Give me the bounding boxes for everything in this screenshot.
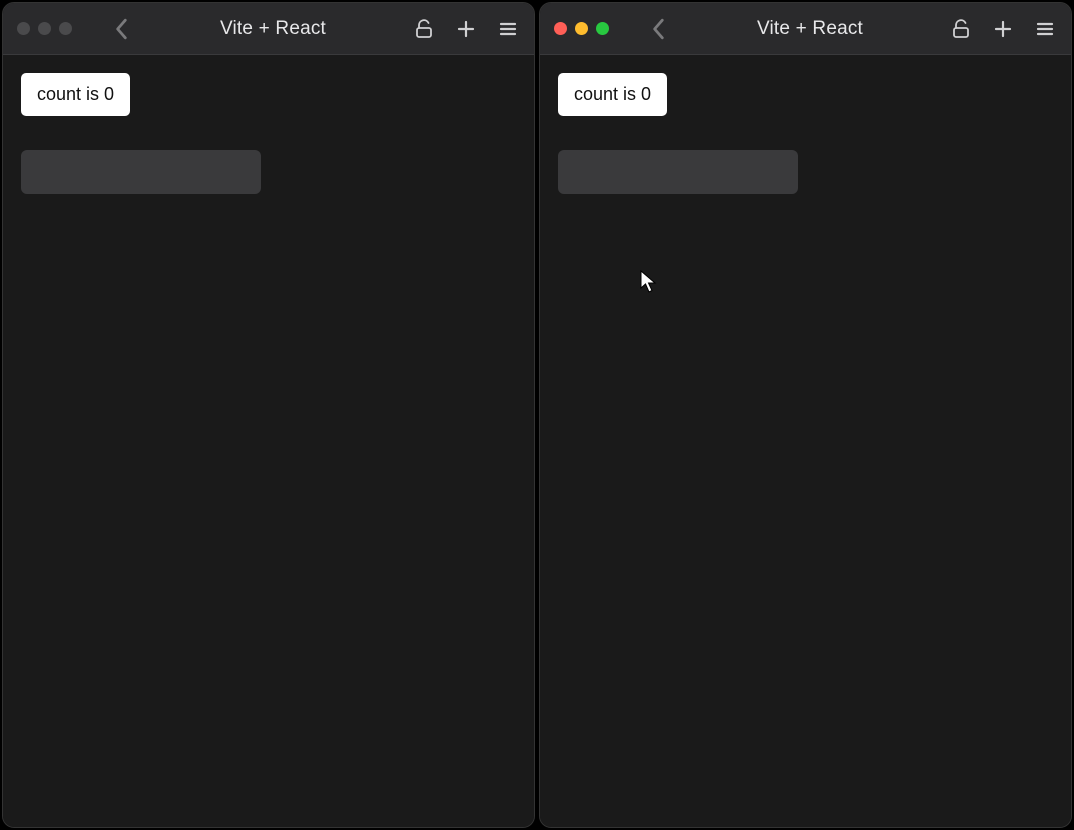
cursor-icon — [640, 270, 658, 299]
titlebar-actions — [412, 17, 520, 41]
titlebar: Vite + React — [3, 3, 534, 55]
plus-icon — [456, 19, 476, 39]
window-title: Vite + React — [142, 18, 404, 40]
content-area: count is 0 — [3, 55, 534, 827]
maximize-icon[interactable] — [596, 22, 609, 35]
count-button[interactable]: count is 0 — [21, 73, 130, 116]
maximize-icon[interactable] — [59, 22, 72, 35]
app-window-right: Vite + React count is 0 — [539, 2, 1072, 828]
traffic-lights — [17, 22, 72, 35]
minimize-icon[interactable] — [38, 22, 51, 35]
app-window-left: Vite + React count is 0 — [2, 2, 535, 828]
titlebar: Vite + React — [540, 3, 1071, 55]
back-button[interactable] — [110, 17, 134, 41]
lock-button[interactable] — [412, 17, 436, 41]
plus-icon — [993, 19, 1013, 39]
hamburger-icon — [498, 19, 518, 39]
content-area: count is 0 — [540, 55, 1071, 827]
text-input[interactable] — [21, 150, 261, 194]
chevron-left-icon — [652, 18, 666, 40]
menu-button[interactable] — [1033, 17, 1057, 41]
unlock-icon — [414, 19, 434, 39]
chevron-left-icon — [115, 18, 129, 40]
hamburger-icon — [1035, 19, 1055, 39]
count-button[interactable]: count is 0 — [558, 73, 667, 116]
traffic-lights — [554, 22, 609, 35]
unlock-icon — [951, 19, 971, 39]
new-tab-button[interactable] — [454, 17, 478, 41]
window-title: Vite + React — [679, 18, 941, 40]
back-button[interactable] — [647, 17, 671, 41]
close-icon[interactable] — [17, 22, 30, 35]
close-icon[interactable] — [554, 22, 567, 35]
menu-button[interactable] — [496, 17, 520, 41]
text-input[interactable] — [558, 150, 798, 194]
minimize-icon[interactable] — [575, 22, 588, 35]
lock-button[interactable] — [949, 17, 973, 41]
titlebar-actions — [949, 17, 1057, 41]
new-tab-button[interactable] — [991, 17, 1015, 41]
